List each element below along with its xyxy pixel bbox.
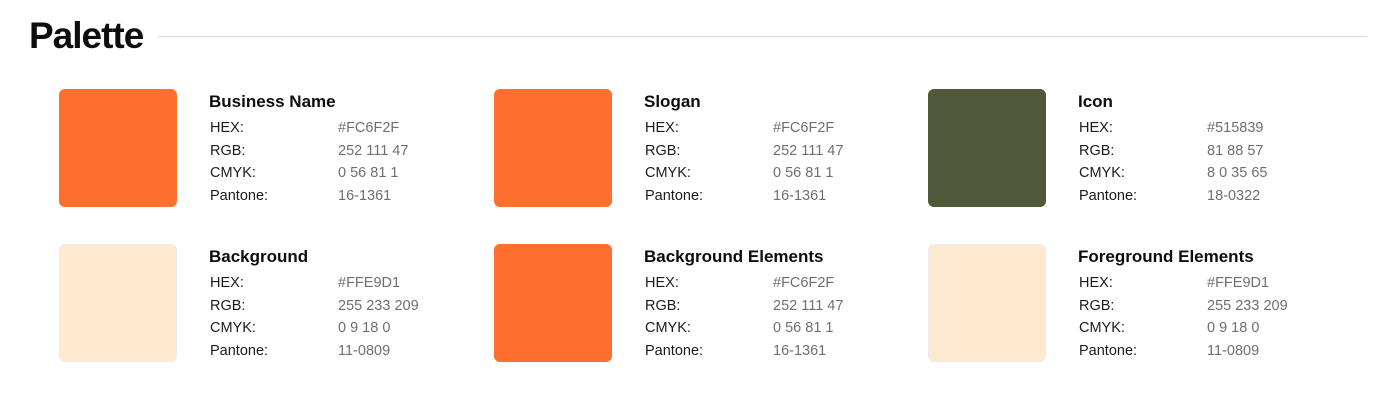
- pantone-value: 11-0809: [1207, 342, 1260, 359]
- color-card-foreground-elements: Foreground Elements HEX: #FFE9D1 RGB: 255 …: [928, 244, 1348, 364]
- page-title: Palette: [29, 15, 144, 56]
- pantone-row: Pantone: 16-1361: [210, 185, 408, 208]
- pantone-label: Pantone:: [1079, 342, 1138, 359]
- pantone-value: 18-0322: [1207, 187, 1261, 204]
- rgb-label: RGB:: [645, 297, 681, 314]
- color-info: Background HEX: #FFE9D1 RGB: 255 233 209 C…: [209, 245, 419, 362]
- color-info: Foreground Elements HEX: #FFE9D1 RGB: 255 …: [1078, 245, 1288, 362]
- hex-value: #FC6F2F: [338, 120, 400, 136]
- rgb-row: RGB: 252 111 47: [645, 140, 843, 163]
- color-swatch[interactable]: [494, 89, 612, 207]
- hex-label: HEX:: [1079, 275, 1113, 291]
- rgb-value: 81 88 57: [1207, 142, 1264, 159]
- hex-label: HEX:: [210, 120, 244, 136]
- color-card-icon: Icon HEX: #515839 RGB: 81 88 57 CMYK: 8 0 3…: [928, 89, 1348, 209]
- hex-value: #FFE9D1: [338, 275, 401, 291]
- color-info: Background Elements HEX: #FC6F2F RGB: 252 …: [644, 245, 843, 362]
- color-info: Icon HEX: #515839 RGB: 81 88 57 CMYK: 8 0 3…: [1078, 90, 1267, 207]
- hex-value: #FC6F2F: [773, 120, 835, 136]
- cmyk-value: 0 9 18 0: [338, 320, 391, 336]
- cmyk-row: CMYK: 0 56 81 1: [210, 162, 408, 185]
- color-name: Business Name: [209, 92, 336, 111]
- cmyk-label: CMYK:: [210, 320, 256, 336]
- title-divider: [158, 35, 1367, 37]
- rgb-value: 255 233 209: [1207, 297, 1288, 314]
- hex-label: HEX:: [645, 275, 679, 291]
- rgb-label: RGB:: [645, 142, 681, 159]
- color-swatch[interactable]: [59, 89, 177, 207]
- rgb-label: RGB:: [210, 142, 246, 159]
- rgb-row: RGB: 81 88 57: [1079, 140, 1267, 163]
- pantone-value: 16-1361: [338, 187, 392, 204]
- pantone-row: Pantone: 11-0809: [1079, 340, 1288, 363]
- pantone-row: Pantone: 16-1361: [645, 340, 843, 363]
- color-card-background: Background HEX: #FFE9D1 RGB: 255 233 209 C…: [59, 244, 479, 364]
- hex-row: HEX: #FFE9D1: [210, 272, 419, 295]
- hex-row: HEX: #FC6F2F: [210, 117, 408, 140]
- cmyk-label: CMYK:: [1079, 320, 1125, 336]
- hex-label: HEX:: [210, 275, 244, 291]
- color-card-background-elements: Background Elements HEX: #FC6F2F RGB: 252 …: [494, 244, 914, 364]
- cmyk-label: CMYK:: [1079, 165, 1125, 181]
- cmyk-value: 0 56 81 1: [773, 165, 834, 181]
- color-name: Icon: [1078, 92, 1113, 111]
- color-swatch[interactable]: [928, 244, 1046, 362]
- color-name: Background: [209, 247, 309, 266]
- cmyk-label: CMYK:: [645, 165, 691, 181]
- rgb-label: RGB:: [1079, 297, 1115, 314]
- pantone-value: 16-1361: [773, 187, 827, 204]
- rgb-row: RGB: 252 111 47: [210, 140, 408, 163]
- rgb-value: 252 111 47: [773, 142, 844, 159]
- cmyk-value: 0 9 18 0: [1207, 320, 1260, 336]
- rgb-row: RGB: 255 233 209: [1079, 295, 1288, 318]
- rgb-row: RGB: 252 111 47: [645, 295, 843, 318]
- color-swatch[interactable]: [494, 244, 612, 362]
- hex-value: #515839: [1207, 120, 1264, 136]
- rgb-row: RGB: 255 233 209: [210, 295, 419, 318]
- cmyk-label: CMYK:: [645, 320, 691, 336]
- hex-label: HEX:: [1079, 120, 1113, 136]
- pantone-value: 11-0809: [338, 342, 391, 359]
- color-swatch[interactable]: [928, 89, 1046, 207]
- pantone-label: Pantone:: [210, 342, 269, 359]
- hex-row: HEX: #FFE9D1: [1079, 272, 1288, 295]
- rgb-label: RGB:: [1079, 142, 1115, 159]
- color-name: Foreground Elements: [1078, 247, 1254, 266]
- hex-row: HEX: #FC6F2F: [645, 117, 843, 140]
- pantone-value: 16-1361: [773, 342, 827, 359]
- pantone-label: Pantone:: [645, 187, 704, 204]
- cmyk-value: 0 56 81 1: [773, 320, 834, 336]
- cmyk-row: CMYK: 0 9 18 0: [210, 317, 419, 340]
- hex-value: #FFE9D1: [1207, 275, 1270, 291]
- cmyk-row: CMYK: 0 56 81 1: [645, 317, 843, 340]
- cmyk-row: CMYK: 0 9 18 0: [1079, 317, 1288, 340]
- cmyk-row: CMYK: 8 0 35 65: [1079, 162, 1267, 185]
- hex-label: HEX:: [645, 120, 679, 136]
- color-swatch[interactable]: [59, 244, 177, 362]
- pantone-row: Pantone: 18-0322: [1079, 185, 1267, 208]
- color-name: Slogan: [644, 92, 701, 111]
- pantone-label: Pantone:: [210, 187, 269, 204]
- cmyk-row: CMYK: 0 56 81 1: [645, 162, 843, 185]
- rgb-value: 255 233 209: [338, 297, 419, 314]
- color-info: Business Name HEX: #FC6F2F RGB: 252 111 47…: [209, 90, 408, 207]
- pantone-label: Pantone:: [645, 342, 704, 359]
- cmyk-value: 0 56 81 1: [338, 165, 399, 181]
- palette-header: Palette: [29, 14, 1367, 58]
- rgb-value: 252 111 47: [773, 297, 844, 314]
- color-info: Slogan HEX: #FC6F2F RGB: 252 111 47 CMYK: 0…: [644, 90, 843, 207]
- color-name: Background Elements: [644, 247, 824, 266]
- pantone-label: Pantone:: [1079, 187, 1138, 204]
- hex-row: HEX: #515839: [1079, 117, 1267, 140]
- color-card-business-name: Business Name HEX: #FC6F2F RGB: 252 111 47…: [59, 89, 479, 209]
- hex-row: HEX: #FC6F2F: [645, 272, 843, 295]
- pantone-row: Pantone: 16-1361: [645, 185, 843, 208]
- hex-value: #FC6F2F: [773, 275, 835, 291]
- cmyk-label: CMYK:: [210, 165, 256, 181]
- cmyk-value: 8 0 35 65: [1207, 165, 1268, 181]
- rgb-label: RGB:: [210, 297, 246, 314]
- pantone-row: Pantone: 11-0809: [210, 340, 419, 363]
- rgb-value: 252 111 47: [338, 142, 409, 159]
- color-card-slogan: Slogan HEX: #FC6F2F RGB: 252 111 47 CMYK: 0…: [494, 89, 914, 209]
